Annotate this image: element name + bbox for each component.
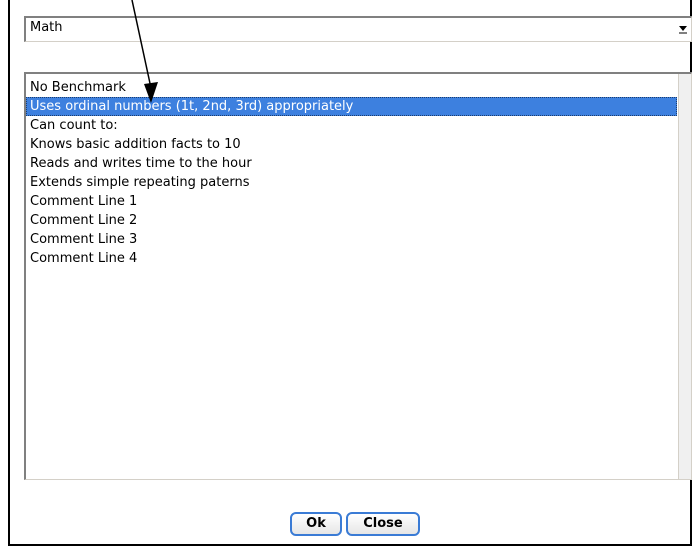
ok-button[interactable]: Ok: [290, 512, 342, 536]
dialog-frame: Math No Benchmark Uses ordinal numbers (…: [8, 0, 692, 546]
list-item[interactable]: Knows basic addition facts to 10: [26, 135, 677, 154]
subject-select[interactable]: Math: [24, 16, 692, 42]
list-scrollbar[interactable]: [678, 74, 691, 479]
list-item[interactable]: Comment Line 1: [26, 192, 677, 211]
subject-select-value: Math: [30, 20, 63, 35]
list-item[interactable]: Can count to:: [26, 116, 677, 135]
list-item[interactable]: Extends simple repeating paterns: [26, 173, 677, 192]
list-item[interactable]: Comment Line 2: [26, 211, 677, 230]
list-item-selected[interactable]: Uses ordinal numbers (1t, 2nd, 3rd) appr…: [26, 97, 677, 116]
benchmark-list: No Benchmark Uses ordinal numbers (1t, 2…: [26, 78, 677, 268]
benchmark-listbox[interactable]: No Benchmark Uses ordinal numbers (1t, 2…: [24, 72, 692, 480]
list-item[interactable]: Comment Line 4: [26, 249, 677, 268]
chevron-down-icon[interactable]: [675, 18, 691, 40]
list-item[interactable]: Reads and writes time to the hour: [26, 154, 677, 173]
close-button[interactable]: Close: [346, 512, 420, 536]
list-item[interactable]: Comment Line 3: [26, 230, 677, 249]
list-item[interactable]: No Benchmark: [26, 78, 677, 97]
